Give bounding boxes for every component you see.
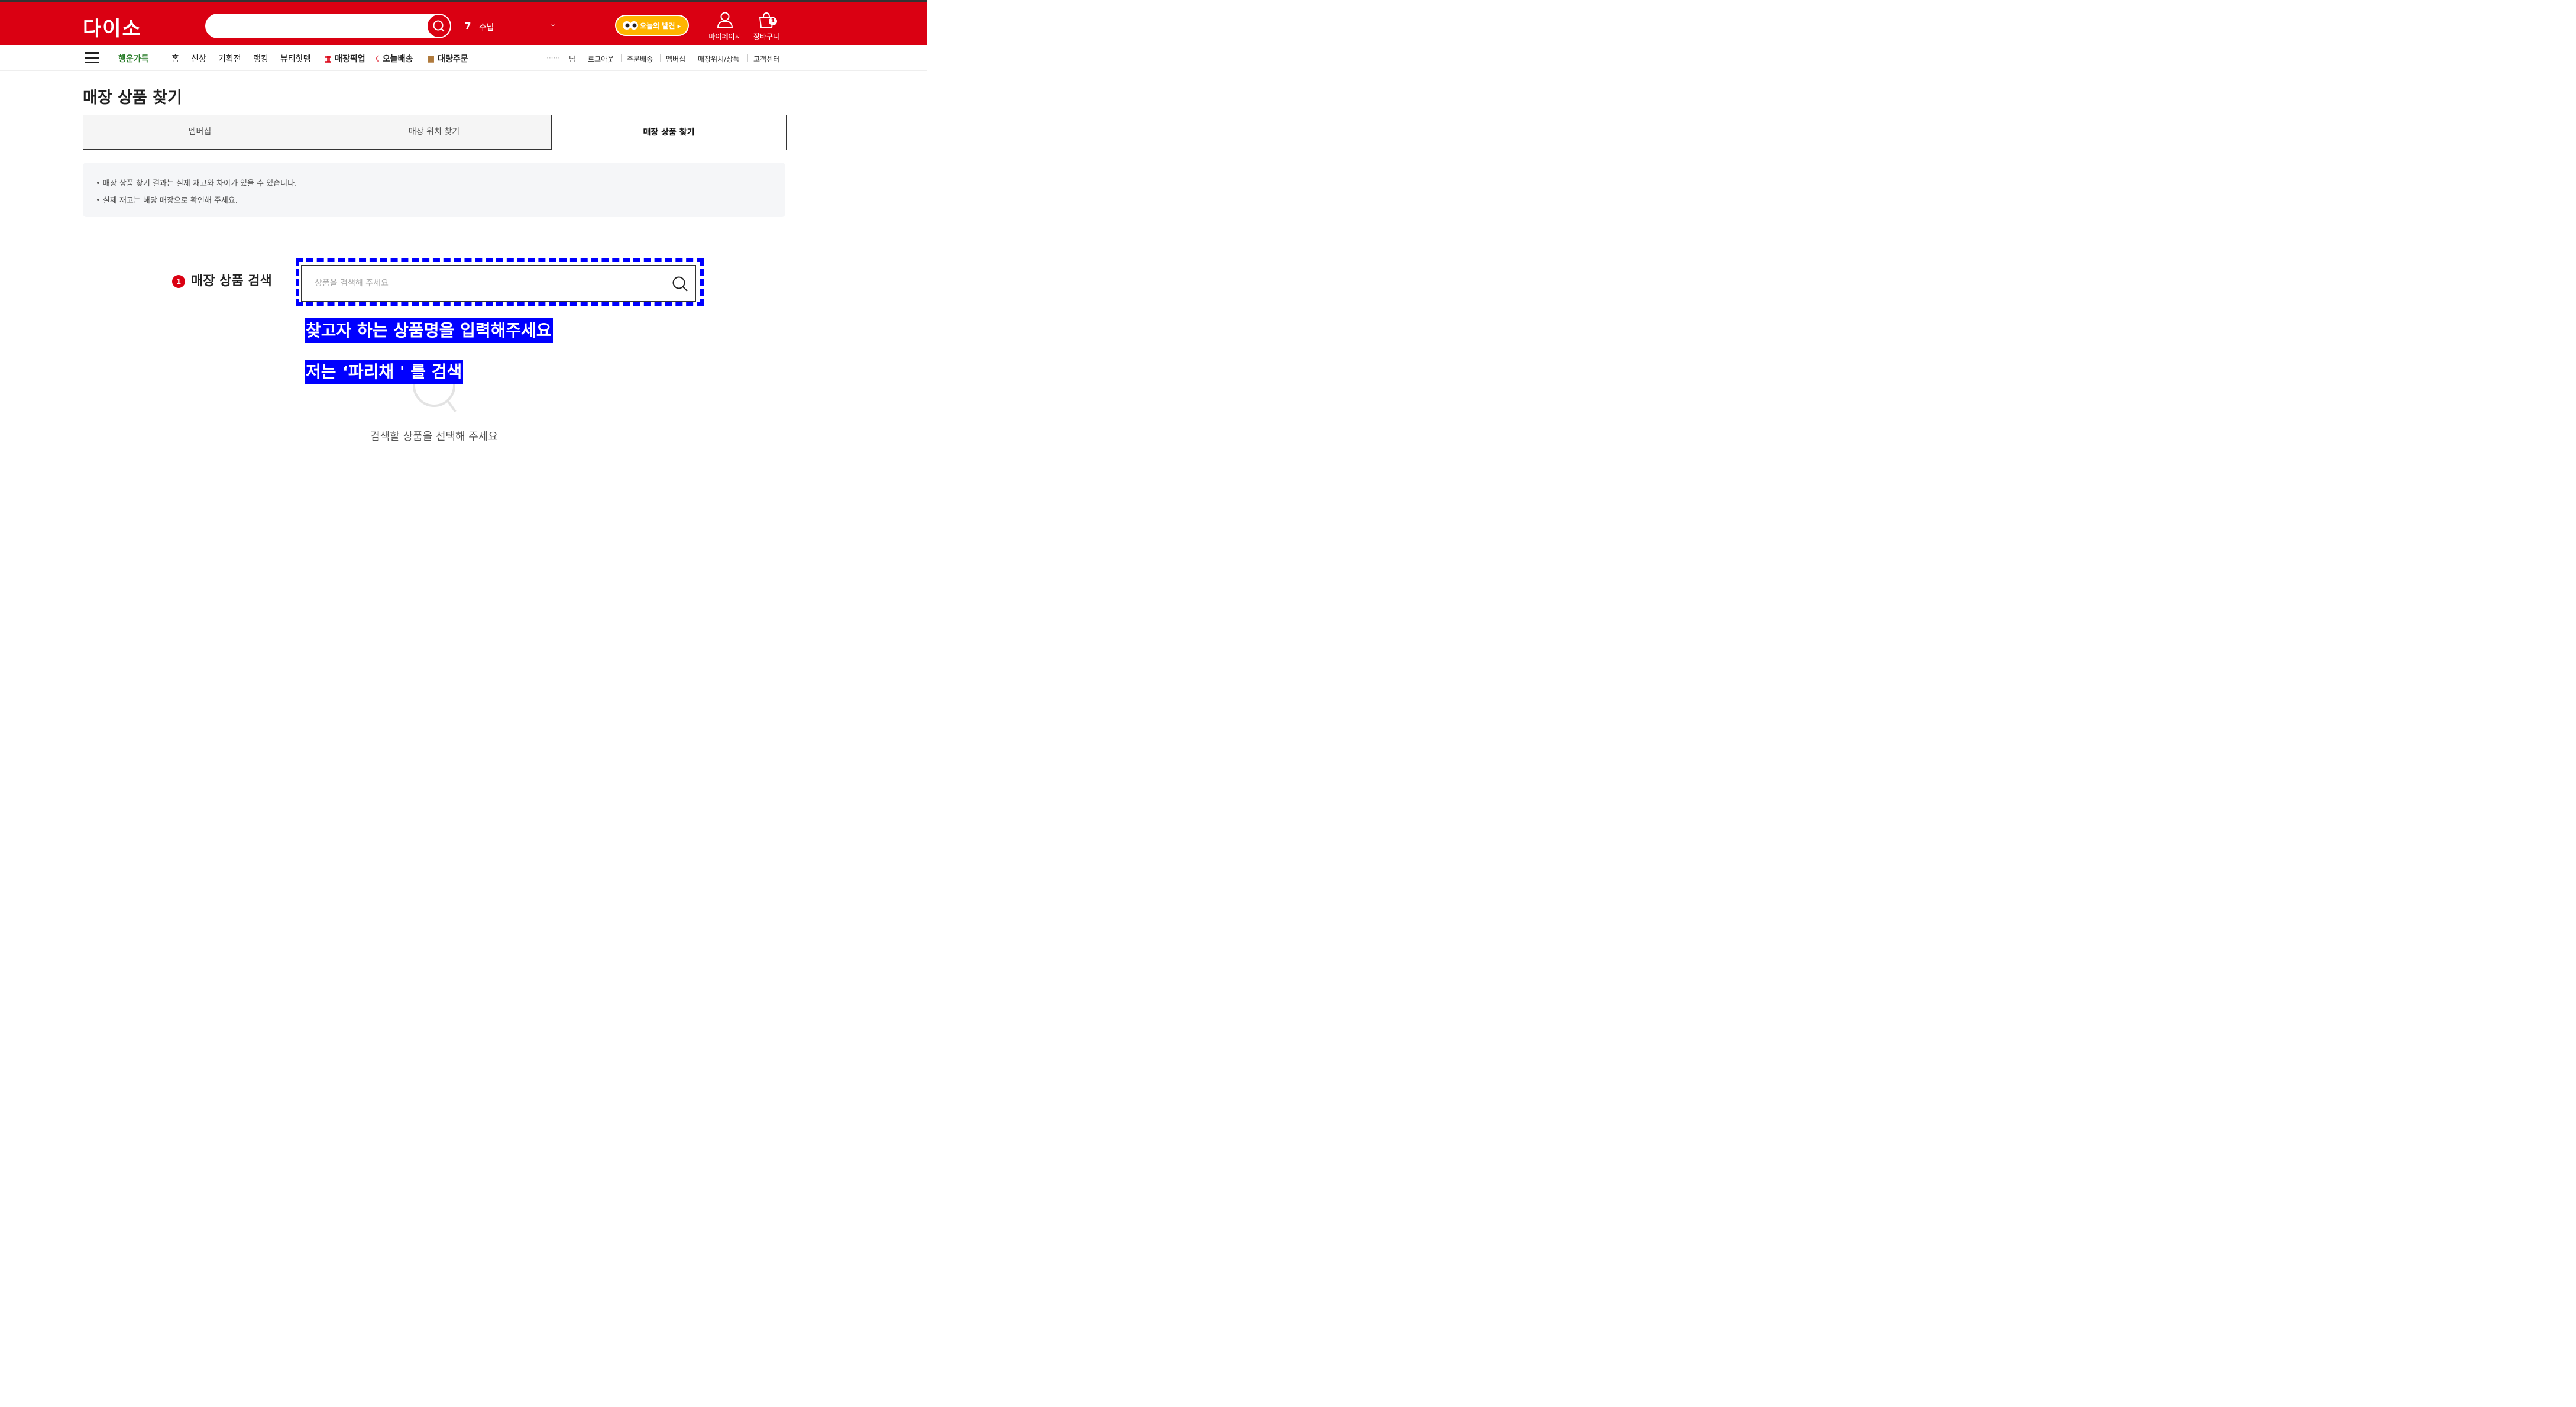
nav-bulk-order[interactable]: ■ 대량주문 (427, 53, 468, 64)
membership-link[interactable]: 멤버십 (666, 54, 685, 64)
divider (660, 54, 661, 62)
user-name-redacted: ······ (546, 54, 560, 62)
tab-membership[interactable]: 멤버십 (83, 115, 317, 150)
location-selector[interactable]: 수납 (479, 21, 494, 33)
global-search-button[interactable] (428, 15, 450, 37)
nav-today-delivery-label: 오늘배송 (382, 54, 413, 64)
tab-store-product[interactable]: 매장 상품 찾기 (551, 115, 787, 150)
search-icon (433, 20, 445, 32)
nav-store-pickup[interactable]: ▦ 매장픽업 (324, 53, 365, 64)
notice-line: • 매장 상품 찾기 결과는 실제 재고와 차이가 있을 수 있습니다. (96, 179, 297, 188)
section-label: 매장 상품 검색 (191, 274, 272, 289)
chevron-down-icon[interactable]: ⌄ (550, 20, 556, 28)
nav-ranking[interactable]: 랭킹 (253, 53, 268, 64)
store-location-link[interactable]: 매장위치/상품 (698, 54, 739, 64)
nav-lucky[interactable]: 행운가득 (118, 53, 149, 64)
daiso-logo[interactable]: 다이소 (83, 12, 142, 41)
box-icon: ■ (427, 54, 435, 64)
hamburger-menu-icon[interactable] (85, 52, 99, 64)
location-number: 7 (465, 21, 471, 31)
mypage-label: 마이페이지 (708, 33, 742, 41)
cart-button[interactable]: 1 장바구니 (749, 11, 784, 44)
annotation-example: 저는 ‘파리채 ' 를 검색 (305, 360, 464, 384)
search-icon[interactable] (672, 276, 688, 292)
tab-bar: 멤버십 매장 위치 찾기 매장 상품 찾기 (83, 115, 787, 150)
cart-count-badge: 1 (769, 17, 777, 25)
nav-store-pickup-label: 매장픽업 (335, 54, 365, 64)
nav-today-delivery[interactable]: ☇ 오늘배송 (375, 53, 413, 64)
user-icon (717, 12, 733, 28)
customer-center-link[interactable]: 고객센터 (753, 54, 779, 64)
today-discover-button[interactable]: 오늘의 발견 ▸ (615, 15, 689, 36)
discover-label: 오늘의 발견 ▸ (640, 22, 681, 30)
tab-store-location[interactable]: 매장 위치 찾기 (317, 115, 551, 150)
section-heading: 1 매장 상품 검색 (172, 270, 272, 289)
notice-box: • 매장 상품 찾기 결과는 실제 재고와 차이가 있을 수 있습니다. • 실… (83, 163, 785, 217)
annotation-instruction: 찾고자 하는 상품명을 입력해주세요 (305, 318, 553, 343)
order-delivery-link[interactable]: 주문배송 (627, 54, 653, 64)
divider (747, 54, 748, 62)
empty-state-message: 검색할 상품을 선택해 주세요 (370, 431, 498, 443)
nav-bulk-order-label: 대량주문 (438, 54, 468, 64)
global-search-input[interactable] (205, 14, 451, 38)
eyes-icon (623, 21, 638, 30)
store-icon: ▦ (324, 54, 332, 64)
nav-exhibition[interactable]: 기획전 (218, 53, 241, 64)
cart-label: 장바구니 (753, 33, 780, 41)
nav-new[interactable]: 신상 (191, 53, 206, 64)
site-header: 다이소 7 수납 ⌄ 오늘의 발견 ▸ 마이페이지 1 장바구니 (0, 2, 927, 45)
user-suffix: 님 (569, 55, 576, 63)
nav-beauty[interactable]: 뷰티핫템 (280, 53, 311, 64)
logout-link[interactable]: 로그아웃 (588, 54, 614, 64)
scooter-icon: ☇ (375, 54, 380, 64)
divider (621, 54, 622, 62)
notice-line: • 실제 재고는 해당 매장으로 확인해 주세요. (96, 196, 238, 205)
main-nav: 행운가득 홈 신상 기획전 랭킹 뷰티핫템 ▦ 매장픽업 ☇ 오늘배송 ■ 대량… (0, 45, 927, 71)
nav-home[interactable]: 홈 (171, 53, 179, 64)
product-search-input[interactable]: 상품을 검색해 주세요 (301, 265, 696, 302)
page-title: 매장 상품 찾기 (83, 89, 182, 107)
section-number-badge: 1 (172, 275, 185, 288)
mypage-button[interactable]: 마이페이지 (707, 11, 743, 44)
